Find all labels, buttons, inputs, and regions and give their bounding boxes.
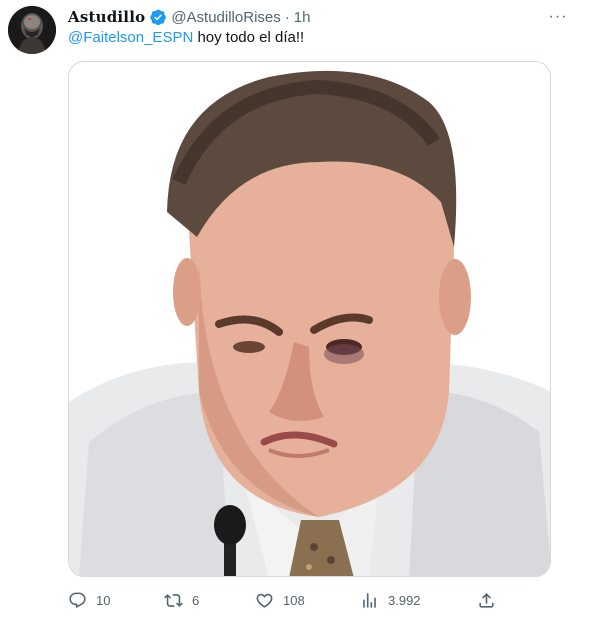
avatar[interactable] (8, 6, 56, 54)
mention-link[interactable]: @Faitelson_ESPN (68, 29, 193, 46)
separator-dot: · (284, 8, 290, 26)
photo-man-frowning (69, 62, 550, 576)
share-icon (479, 592, 494, 608)
like-button[interactable]: 108 (255, 591, 305, 610)
reply-count: 10 (96, 592, 111, 608)
tweet-body: hoy todo el día!! (193, 29, 305, 46)
action-bar: 10 6 108 3.992 (68, 588, 508, 612)
views-button[interactable]: 3.992 (360, 591, 421, 610)
more-dots-icon[interactable]: ··· (544, 6, 572, 28)
analytics-icon (363, 592, 376, 608)
user-handle[interactable]: @AstudilloRises (171, 9, 280, 26)
like-count: 108 (283, 592, 305, 608)
views-count: 3.992 (388, 592, 421, 608)
heart-icon (256, 593, 273, 608)
retweet-icon (164, 593, 183, 607)
reply-icon (69, 592, 86, 608)
tweet-text: @Faitelson_ESPN hoy todo el día!! (68, 28, 576, 48)
tweet-card[interactable]: Astudillo @AstudilloRises · 1h ··· @Fait… (0, 0, 590, 620)
timestamp[interactable]: 1h (294, 9, 311, 26)
display-name[interactable]: Astudillo (68, 8, 145, 26)
reply-button[interactable]: 10 (68, 591, 110, 610)
tweet-media-image[interactable] (68, 61, 551, 577)
verified-badge-icon (149, 8, 167, 26)
avatar-image (8, 6, 56, 54)
share-button[interactable] (477, 591, 505, 610)
retweet-button[interactable]: 6 (164, 591, 199, 610)
tweet-header: Astudillo @AstudilloRises · 1h ··· (68, 6, 576, 28)
retweet-count: 6 (192, 592, 200, 608)
